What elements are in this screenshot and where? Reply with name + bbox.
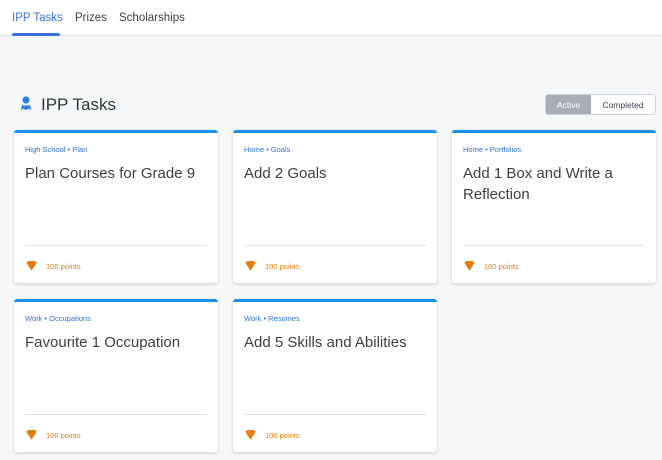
task-title: Add 2 Goals xyxy=(244,165,327,182)
tab-ipp-tasks[interactable]: IPP Tasks xyxy=(12,12,63,24)
task-category: High School • Plan xyxy=(25,145,88,154)
points-heart-icon xyxy=(464,261,475,271)
card-divider xyxy=(463,245,645,246)
task-points: 100 points xyxy=(46,262,81,271)
task-category: Work • Occupations xyxy=(25,314,91,323)
task-card[interactable]: Work • Occupations Favourite 1 Occupatio… xyxy=(14,299,218,452)
person-award-icon xyxy=(20,96,32,110)
points-heart-icon xyxy=(26,430,37,440)
filter-active-button[interactable]: Active xyxy=(546,95,591,114)
task-card[interactable]: Work • Resumes Add 5 Skills and Abilitie… xyxy=(233,299,437,452)
points-heart-icon xyxy=(245,261,256,271)
points-heart-icon xyxy=(26,261,37,271)
task-points: 100 points xyxy=(46,431,81,440)
top-nav: IPP Tasks Prizes Scholarships xyxy=(0,0,662,36)
task-points: 100 points xyxy=(265,262,300,271)
card-divider xyxy=(244,245,426,246)
task-title: Favourite 1 Occupation xyxy=(25,334,181,351)
card-divider xyxy=(25,245,207,246)
task-card[interactable]: High School • Plan Plan Courses for Grad… xyxy=(14,130,218,283)
task-category: Work • Resumes xyxy=(244,314,300,323)
points-heart-icon xyxy=(245,430,256,440)
task-points: 100 points xyxy=(265,431,300,440)
task-title: Add 1 Box and Write a Reflection xyxy=(463,165,613,203)
task-points: 100 points xyxy=(484,262,519,271)
card-divider xyxy=(244,414,426,415)
tab-prizes[interactable]: Prizes xyxy=(75,12,107,24)
section-title: IPP Tasks xyxy=(41,95,116,114)
task-category: Home • Portfolios xyxy=(463,145,522,154)
active-tab-indicator xyxy=(12,33,60,36)
tab-scholarships[interactable]: Scholarships xyxy=(119,12,185,24)
task-category: Home • Goals xyxy=(244,145,291,154)
task-card[interactable]: Home • Portfolios Add 1 Box and Write a … xyxy=(452,130,656,283)
filter-completed-button[interactable]: Completed xyxy=(591,95,655,114)
task-title: Add 5 Skills and Abilities xyxy=(244,334,407,351)
task-card[interactable]: Home • Goals Add 2 Goals 100 points xyxy=(233,130,437,283)
status-filter-toggle: Active Completed xyxy=(545,94,656,115)
card-divider xyxy=(25,414,207,415)
task-title: Plan Courses for Grade 9 xyxy=(25,165,196,182)
